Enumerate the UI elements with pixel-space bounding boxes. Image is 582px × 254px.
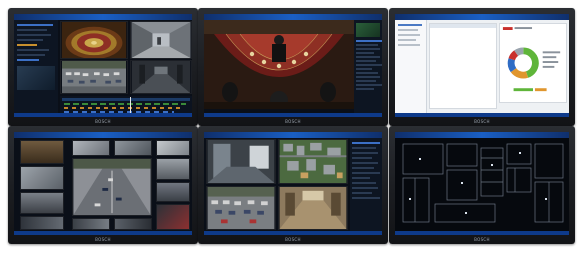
video-wall: BOSCH BOSCH BOSCH BOSCH BOSCH BOSCH (0, 0, 582, 254)
screen-surveillance-client (14, 14, 192, 117)
camera-tile-roulette[interactable] (60, 21, 128, 59)
camera-tile-parking-lot[interactable] (60, 60, 128, 94)
screen-dashboard (395, 14, 569, 117)
camera-tile-5[interactable] (72, 140, 110, 156)
camera-tile-corridor[interactable] (130, 21, 192, 59)
camera-tile-7[interactable] (156, 140, 190, 156)
camera-tile-4[interactable] (20, 216, 64, 230)
monitor-brand-logo: BOSCH (95, 237, 111, 242)
camera-tile-aerial-city[interactable] (278, 139, 348, 184)
camera-tile-6[interactable] (114, 140, 152, 156)
monitor-brand-logo: BOSCH (95, 119, 111, 124)
monitor-brand-logo: BOSCH (474, 119, 490, 124)
monitor-top-center: BOSCH (198, 8, 388, 126)
monitor-bottom-left: BOSCH (8, 126, 198, 244)
monitor-bottom-right: BOSCH (389, 126, 575, 244)
camera-tile-warehouse[interactable] (278, 186, 348, 230)
screen-quad-view (204, 132, 382, 235)
status-bar (14, 113, 192, 117)
screen-floor-plan (395, 132, 569, 235)
status-bar (204, 113, 382, 117)
camera-list-panel[interactable] (350, 138, 382, 231)
screen-camera-grid (14, 132, 192, 235)
camera-tile-parking[interactable] (206, 186, 276, 230)
camera-tile-12[interactable] (114, 218, 152, 230)
app-titlebar (14, 132, 192, 138)
camera-tile-1[interactable] (20, 140, 64, 164)
camera-tile-8[interactable] (156, 158, 190, 180)
monitor-top-left: BOSCH (8, 8, 198, 126)
status-bar (395, 231, 569, 235)
monitor-brand-logo: BOSCH (474, 237, 490, 242)
camera-tile-11[interactable] (72, 218, 110, 230)
health-donut-chart (499, 23, 567, 103)
camera-tile-hallway[interactable] (130, 60, 192, 94)
camera-tile-10[interactable] (156, 204, 190, 230)
screen-gaming-table (204, 14, 382, 117)
status-bar (204, 231, 382, 235)
camera-tile-3[interactable] (20, 192, 64, 214)
monitor-brand-logo: BOSCH (285, 237, 301, 242)
monitor-top-right: BOSCH (389, 8, 575, 126)
camera-tile-9[interactable] (156, 182, 190, 202)
camera-list-panel[interactable] (354, 20, 382, 113)
monitor-bottom-center: BOSCH (198, 126, 388, 244)
floor-plan-map[interactable] (395, 138, 569, 231)
camera-tile-lobby[interactable] (206, 139, 276, 184)
dashboard-nav[interactable] (395, 20, 427, 113)
camera-tree-panel[interactable] (14, 20, 58, 113)
monitor-brand-logo: BOSCH (285, 119, 301, 124)
device-status-table[interactable] (429, 23, 497, 109)
status-bar (395, 113, 569, 117)
camera-tile-intersection[interactable] (72, 158, 152, 216)
camera-tile-gaming-table[interactable] (204, 20, 354, 109)
camera-tile-2[interactable] (20, 166, 64, 190)
status-bar (14, 231, 192, 235)
